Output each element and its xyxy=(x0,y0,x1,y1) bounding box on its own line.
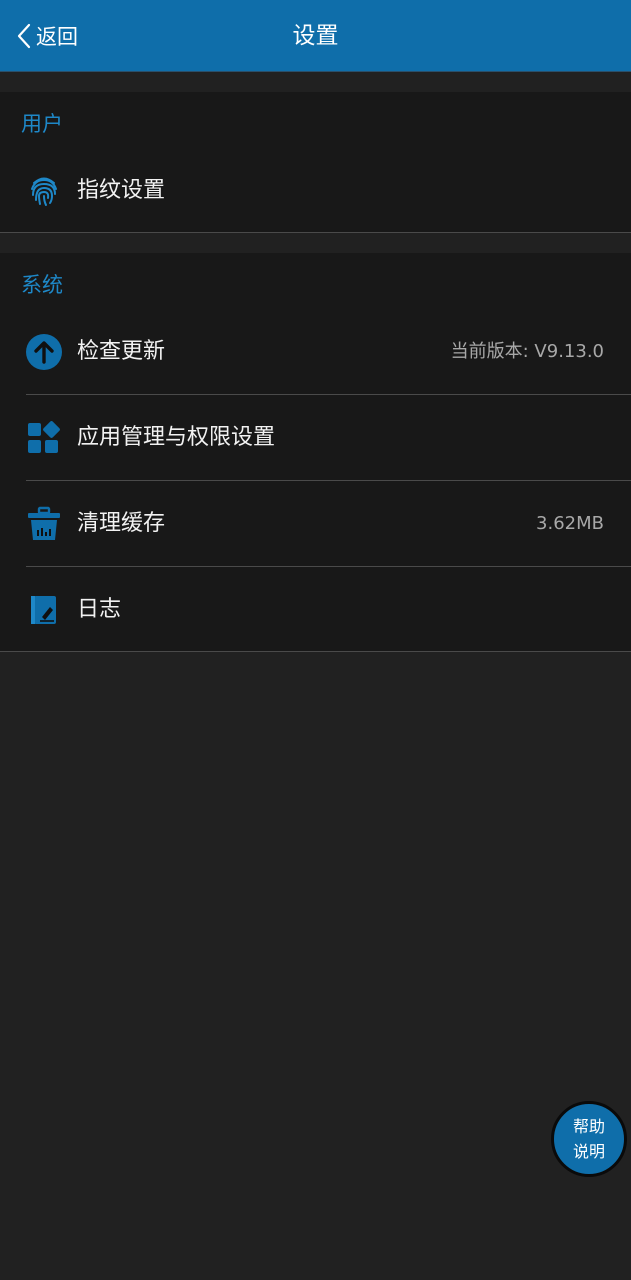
log-row[interactable]: 日志 xyxy=(0,567,631,653)
app-permission-label: 应用管理与权限设置 xyxy=(77,425,276,450)
section-title-user: 用户 xyxy=(21,112,63,136)
check-update-label: 检查更新 xyxy=(77,339,166,364)
log-label: 日志 xyxy=(77,597,122,622)
help-button-line1: 帮助 xyxy=(572,1117,605,1136)
cache-size-text: 3.62MB xyxy=(536,513,604,534)
user-section: 用户 指纹设置 xyxy=(0,92,631,233)
top-bar: 返回 设置 xyxy=(0,0,631,72)
trash-basket-icon xyxy=(25,505,63,543)
settings-screen: 返回 设置 用户 指纹设置 系统 检查更新 当前版本: V9.13.0 应用管理… xyxy=(0,0,631,1280)
help-button[interactable]: 帮助 说明 xyxy=(551,1101,627,1177)
log-book-icon xyxy=(25,591,63,629)
page-title: 设置 xyxy=(292,23,339,49)
upload-arrow-icon xyxy=(25,333,63,371)
fingerprint-icon xyxy=(25,172,63,210)
section-title-system: 系统 xyxy=(21,273,63,297)
current-version-text: 当前版本: V9.13.0 xyxy=(450,341,604,362)
fingerprint-settings-row[interactable]: 指纹设置 xyxy=(0,148,631,234)
clear-cache-row[interactable]: 清理缓存 3.62MB xyxy=(0,481,631,567)
fingerprint-settings-label: 指纹设置 xyxy=(77,178,166,203)
system-section: 系统 检查更新 当前版本: V9.13.0 应用管理与权限设置 清理缓存 3.6… xyxy=(0,253,631,652)
clear-cache-label: 清理缓存 xyxy=(77,511,166,536)
help-button-line2: 说明 xyxy=(572,1142,605,1161)
check-update-row[interactable]: 检查更新 当前版本: V9.13.0 xyxy=(0,309,631,395)
app-permission-row[interactable]: 应用管理与权限设置 xyxy=(0,395,631,481)
apps-grid-icon xyxy=(25,419,63,457)
